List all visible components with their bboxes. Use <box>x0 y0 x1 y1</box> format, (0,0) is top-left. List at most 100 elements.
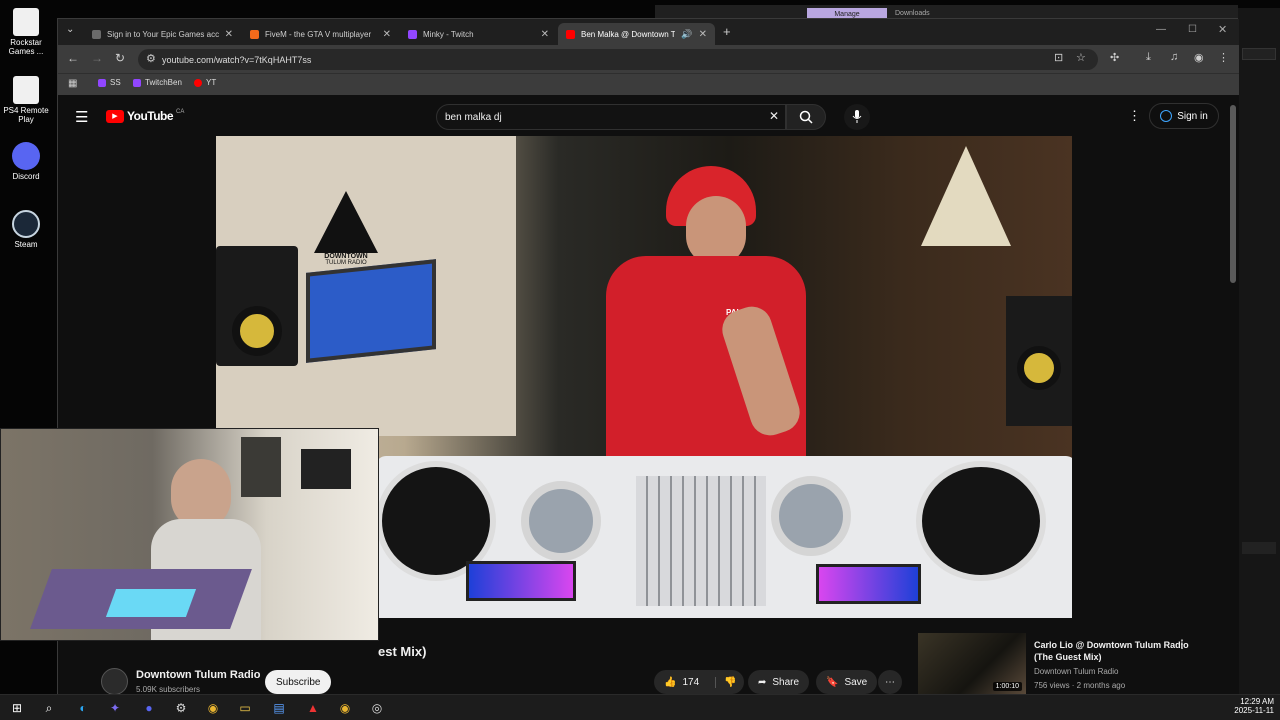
rockstar-icon[interactable]: ▲ <box>304 699 322 717</box>
profile-icon[interactable]: ◉ <box>1194 51 1204 64</box>
close-icon[interactable]: ✕ <box>383 29 391 40</box>
twitch-icon <box>98 78 106 87</box>
settings-icon[interactable]: ⚙ <box>172 699 190 717</box>
play-logo-icon: ▶ <box>106 109 124 123</box>
video-title: est Mix) <box>378 644 427 659</box>
desktop-icon-rockstar[interactable]: Rockstar Games ... <box>2 8 50 56</box>
bookmark-ss[interactable]: SS <box>98 78 121 87</box>
install-icon[interactable]: ⊡ <box>1054 51 1063 64</box>
thumbs-down-icon[interactable]: 👎 <box>715 676 737 688</box>
chrome-icon[interactable]: ◉ <box>336 699 354 717</box>
share-button[interactable]: ➦ Share <box>748 670 810 694</box>
recommended-video[interactable]: 1:00:10 Carlo Lio @ Downtown Tulum Radio… <box>918 633 1224 695</box>
twitch-icon <box>133 78 141 87</box>
toolbar: ← → ↻ ⚙ youtube.com/watch?v=7tKqHAHT7ss … <box>58 45 1239 73</box>
more-icon: ⋯ <box>885 676 895 688</box>
edge-icon[interactable]: ◐ <box>74 699 92 717</box>
menu-icon[interactable]: ⋮ <box>1218 51 1229 64</box>
audio-icon[interactable]: 🔊 <box>681 29 692 40</box>
jog-wheel-right <box>771 476 851 556</box>
tab-epic[interactable]: Sign in to Your Epic Games acc ✕ <box>84 23 241 45</box>
twitch-icon <box>408 29 417 39</box>
studio-monitor-screen <box>306 259 436 363</box>
desktop-icon-steam[interactable]: Steam <box>2 210 50 249</box>
tab-fivem[interactable]: FiveM - the GTA V multiplayer ✕ <box>242 23 399 45</box>
media-icon[interactable]: ♫ <box>1170 51 1178 63</box>
bookmark-twitchben[interactable]: TwitchBen <box>133 78 182 87</box>
file-explorer-icon[interactable]: ▭ <box>236 699 254 717</box>
speaker-left <box>216 246 298 366</box>
save-button[interactable]: 🔖 Save <box>816 670 878 694</box>
subscriber-count: 5.09K subscribers <box>136 685 201 694</box>
bookmark-icon: 🔖 <box>826 676 839 688</box>
sign-in-button[interactable]: Sign in <box>1149 103 1219 129</box>
tab-twitch[interactable]: Minky - Twitch ✕ <box>400 23 557 45</box>
pyramid-icon <box>314 191 378 253</box>
jog-wheel-left <box>521 481 601 561</box>
voice-search-button[interactable] <box>844 104 870 130</box>
file-icon <box>13 8 39 36</box>
search-box[interactable] <box>1242 48 1276 60</box>
page-scrollbar[interactable] <box>1230 105 1236 283</box>
neon-pyramid-sign <box>916 146 1016 266</box>
extensions-icon[interactable]: ✣ <box>1110 51 1119 64</box>
search-icon[interactable]: ⌕ <box>40 699 58 717</box>
obs-icon[interactable]: ◎ <box>368 699 386 717</box>
star-icon[interactable]: ☆ <box>1076 51 1086 64</box>
recommended-thumbnail: 1:00:10 <box>918 633 1026 695</box>
window-close-button[interactable]: ✕ <box>1218 23 1227 36</box>
close-icon[interactable]: ✕ <box>225 29 233 40</box>
forward-icon[interactable]: → <box>91 51 103 65</box>
bookmarks-bar: ▦ SS TwitchBen YT <box>58 73 1239 95</box>
steam-icon <box>12 210 40 238</box>
search-input[interactable]: ben malka dj ✕ <box>436 104 786 130</box>
app-icon[interactable]: ▤ <box>270 699 288 717</box>
discord-icon <box>12 142 40 170</box>
settings-menu-icon[interactable]: ⋮ <box>1128 108 1141 124</box>
apps-icon[interactable]: ▦ <box>68 78 77 89</box>
minimize-button[interactable]: — <box>1156 24 1166 35</box>
site-info-icon[interactable]: ⚙ <box>146 52 156 65</box>
more-icon[interactable]: ⋮ <box>1176 637 1188 651</box>
reload-icon[interactable]: ↻ <box>115 51 125 65</box>
more-actions-button[interactable]: ⋯ <box>878 670 902 694</box>
like-count[interactable]: 174 <box>682 677 699 688</box>
bookmark-yt[interactable]: YT <box>194 78 216 87</box>
file-icon <box>13 76 39 104</box>
clock[interactable]: 12:29 AM 2025-11-11 <box>1228 697 1274 715</box>
clear-search-icon[interactable]: ✕ <box>769 109 779 123</box>
background-window-panel <box>1238 8 1280 694</box>
maximize-button[interactable]: ☐ <box>1188 24 1197 35</box>
taskbar: ⊞ ⌕ ◐ ✦ ● ⚙ ◉ ▭ ▤ ▲ ◉ ◎ 12:29 AM 2025-11… <box>0 694 1280 720</box>
download-icon[interactable]: ⤓ <box>1146 51 1151 64</box>
desktop-icon-ps4-remote[interactable]: PS4 Remote Play <box>2 76 50 124</box>
new-tab-button[interactable]: + <box>723 24 731 39</box>
desktop-icon-discord[interactable]: Discord <box>2 142 50 181</box>
close-icon[interactable]: ✕ <box>699 29 707 40</box>
woofer <box>232 306 282 356</box>
neon-pyramid-icon <box>921 146 1011 246</box>
window-title: Downloads <box>895 10 930 17</box>
discord-icon[interactable]: ● <box>140 699 158 717</box>
screen-right <box>816 564 921 604</box>
like-dislike-group: 👍 174 👎 <box>654 670 744 694</box>
channel-name[interactable]: Downtown Tulum Radio <box>136 669 260 681</box>
hamburger-icon[interactable]: ☰ <box>75 108 88 126</box>
tab-search-icon[interactable]: ⌄ <box>66 24 74 35</box>
address-bar[interactable]: ⚙ youtube.com/watch?v=7tKqHAHT7ss <box>138 49 1098 70</box>
back-icon[interactable]: ← <box>67 51 79 65</box>
screen-left <box>466 561 576 601</box>
start-icon[interactable]: ⊞ <box>8 699 26 717</box>
view-toggle[interactable] <box>1242 542 1276 554</box>
youtube-logo[interactable]: ▶ YouTube CA <box>106 109 184 123</box>
subscribe-button[interactable]: Subscribe <box>265 670 332 694</box>
search-icon <box>799 110 813 124</box>
close-icon[interactable]: ✕ <box>541 29 549 40</box>
channel-avatar[interactable] <box>101 668 128 695</box>
chrome-icon[interactable]: ◉ <box>204 699 222 717</box>
copilot-icon[interactable]: ✦ <box>106 699 124 717</box>
thumbs-up-icon[interactable]: 👍 <box>664 677 676 688</box>
mixer <box>636 476 766 606</box>
tab-youtube[interactable]: Ben Malka @ Downtown Tu 🔊 ✕ <box>558 23 715 45</box>
search-button[interactable] <box>786 104 826 130</box>
